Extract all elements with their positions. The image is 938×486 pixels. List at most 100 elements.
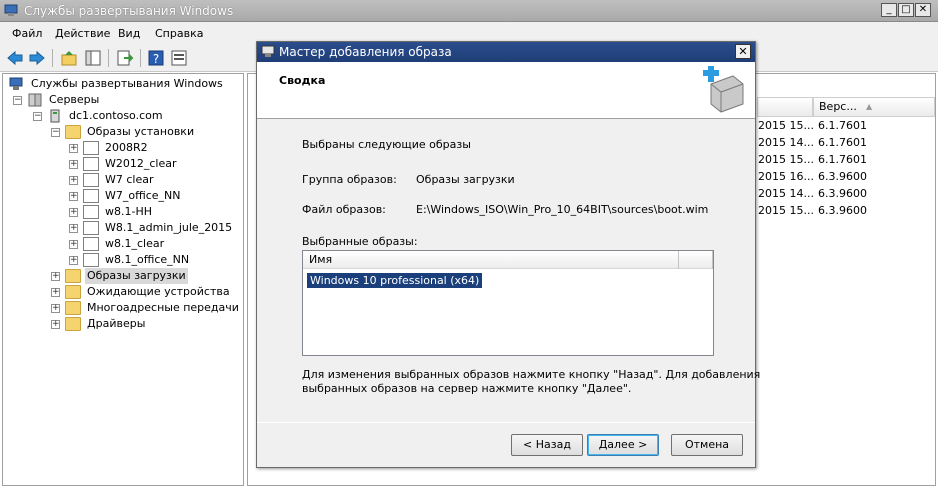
image-group-icon [83,237,99,251]
expand-toggle[interactable]: + [69,144,78,153]
dialog-titlebar: Мастер добавления образа ✕ [257,42,755,62]
row-version: 6.3.9600 [818,187,867,200]
image-group-icon [83,189,99,203]
tree-item-image-group[interactable]: + W8.1_admin_jule_2015 [69,220,243,236]
button-divider [257,422,755,423]
pending-devices-icon [65,285,81,299]
tree-item-drivers[interactable]: + Драйверы [51,316,243,332]
column-header-name[interactable]: Имя [303,251,679,269]
wizard-title-icon [261,45,275,57]
tree-label: w8.1_clear [105,237,165,250]
image-group-value: Образы загрузки [416,173,515,186]
row-version: 6.3.9600 [818,204,867,217]
expand-toggle[interactable]: + [51,304,60,313]
tree-label: w8.1-HH [105,205,153,218]
tree-item-image-group[interactable]: + W7_office_NN [69,188,243,204]
row-date: 2015 15... [758,119,814,132]
row-date: 2015 16... [758,170,814,183]
image-group-icon [83,253,99,267]
collapse-toggle[interactable]: − [51,128,60,137]
selected-images-label: Выбранные образы: [302,235,418,248]
drivers-icon [65,317,81,331]
toolbar-separator [140,49,141,67]
add-image-wizard-art-icon [703,66,744,113]
folder-icon [65,269,81,283]
tree-label: Многоадресные передачи [87,301,239,314]
tree-label: Образы установки [87,125,195,138]
tree-item-image-group[interactable]: + w8.1_office_NN [69,252,243,268]
image-group-icon [83,205,99,219]
tree-label: dc1.contoso.com [69,109,163,122]
minimize-button[interactable]: _ [881,3,897,17]
tree-item-boot-images[interactable]: + Образы загрузки [51,268,243,284]
menu-help[interactable]: Справка [155,27,203,40]
up-folder-icon[interactable] [60,49,78,67]
menu-view[interactable]: Вид [118,27,140,40]
tree-item-server[interactable]: − dc1.contoso.com [33,108,243,124]
image-group-icon [83,141,99,155]
cancel-button[interactable]: Отмена [671,434,743,456]
tree-item-multicast[interactable]: + Многоадресные передачи [51,300,243,316]
column-header-label: Верс... [819,100,857,113]
menu-action[interactable]: Действие [55,27,110,40]
add-image-wizard-dialog: Мастер добавления образа ✕ Сводка Выбран… [256,41,760,468]
tree-item-pending-devices[interactable]: + Ожидающие устройства [51,284,243,300]
image-group-icon [83,221,99,235]
forward-arrow-icon[interactable] [28,49,46,67]
multicast-icon [65,301,81,315]
show-hide-tree-icon[interactable] [84,49,102,67]
tree-label: Службы развертывания Windows [31,77,223,90]
tree-label: W8.1_admin_jule_2015 [105,221,233,234]
row-version: 6.1.7601 [818,119,867,132]
tree-item-image-group[interactable]: + W2012_clear [69,156,243,172]
expand-toggle[interactable]: + [51,272,60,281]
selected-images-list[interactable]: Имя Windows 10 professional (x64) [302,250,714,356]
expand-toggle[interactable]: + [51,288,60,297]
hint-text-line2: выбранных образов на сервер нажмите кноп… [302,382,632,395]
row-version: 6.1.7601 [818,136,867,149]
close-window-button[interactable]: ✕ [915,3,931,17]
help-icon[interactable]: ? [147,49,165,67]
server-icon [50,109,60,123]
dialog-close-button[interactable]: ✕ [735,44,751,59]
list-header: Имя [303,251,713,269]
wds-app-icon [4,4,18,16]
collapse-toggle[interactable]: − [33,112,42,121]
expand-toggle[interactable]: + [69,208,78,217]
back-button[interactable]: < Назад [511,434,583,456]
column-header-version[interactable]: Верс... ▲ [813,97,935,117]
toolbar-separator [52,49,53,67]
column-header-extra[interactable] [679,251,713,269]
expand-toggle[interactable]: + [69,240,78,249]
servers-icon [28,93,42,107]
tree-item-image-group[interactable]: + w8.1_clear [69,236,243,252]
console-tree: Службы развертывания Windows − Серверы −… [2,73,244,486]
column-header-blank[interactable] [757,97,813,117]
tree-item-install-images[interactable]: − Образы установки [51,124,243,140]
expand-toggle[interactable]: + [69,176,78,185]
tree-label: W7 clear [105,173,154,186]
tree-item-root[interactable]: Службы развертывания Windows [7,76,243,92]
tree-item-servers[interactable]: − Серверы [13,92,243,108]
image-file-label: Файл образов: [302,203,386,216]
collapse-toggle[interactable]: − [13,96,22,105]
menu-file[interactable]: Файл [12,27,42,40]
expand-toggle[interactable]: + [69,160,78,169]
properties-icon[interactable] [170,49,188,67]
tree-item-image-group[interactable]: + W7 clear [69,172,243,188]
row-version: 6.3.9600 [818,170,867,183]
export-list-icon[interactable] [116,49,134,67]
back-arrow-icon[interactable] [6,49,24,67]
next-button[interactable]: Далее > [587,434,659,456]
image-group-icon [83,173,99,187]
expand-toggle[interactable]: + [69,192,78,201]
list-item-selected[interactable]: Windows 10 professional (x64) [307,273,483,288]
expand-toggle[interactable]: + [69,224,78,233]
tree-item-image-group[interactable]: + w8.1-HH [69,204,243,220]
tree-item-image-group[interactable]: + 2008R2 [69,140,243,156]
dialog-title: Мастер добавления образа [279,45,452,59]
expand-toggle[interactable]: + [69,256,78,265]
expand-toggle[interactable]: + [51,320,60,329]
maximize-button[interactable]: □ [898,3,914,17]
image-group-icon [83,157,99,171]
